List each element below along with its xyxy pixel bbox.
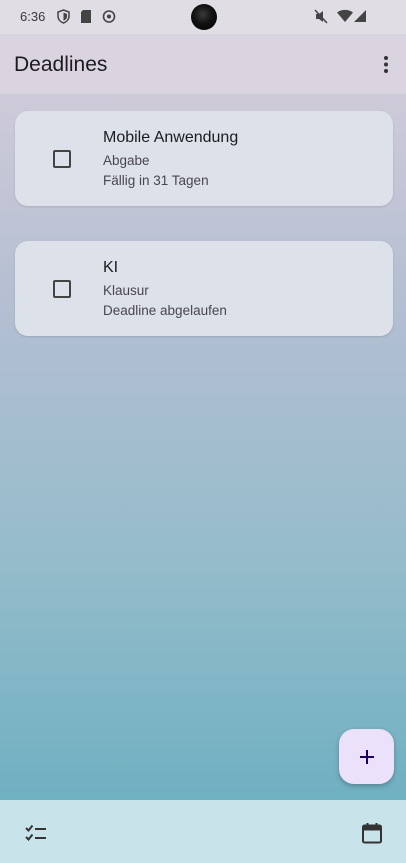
status-time: 6:36 <box>20 9 46 24</box>
deadline-title: Mobile Anwendung <box>103 129 239 146</box>
front-camera <box>191 4 217 30</box>
page-title: Deadlines <box>14 53 108 76</box>
status-bar: 6:36 <box>0 0 406 34</box>
shield-icon <box>57 9 70 29</box>
sync-icon <box>102 9 116 29</box>
deadline-checkbox[interactable] <box>53 280 71 298</box>
calendar-icon <box>362 823 382 844</box>
mute-icon <box>314 9 328 29</box>
bottom-bar <box>0 800 406 863</box>
more-vert-icon <box>384 56 388 73</box>
deadline-due: Fällig in 31 Tagen <box>103 173 209 188</box>
app-bar: Deadlines <box>0 34 406 94</box>
deadline-type: Abgabe <box>103 153 150 168</box>
checklist-button[interactable] <box>24 821 48 845</box>
signal-icon <box>353 9 367 28</box>
wifi-icon <box>337 9 353 28</box>
deadline-card[interactable]: Mobile Anwendung Abgabe Fällig in 31 Tag… <box>15 111 393 206</box>
deadline-card[interactable]: KI Klausur Deadline abgelaufen <box>15 241 393 336</box>
deadline-checkbox[interactable] <box>53 150 71 168</box>
add-deadline-button[interactable] <box>339 729 394 784</box>
deadline-due: Deadline abgelaufen <box>103 303 227 318</box>
sd-card-icon <box>80 9 92 29</box>
more-menu-button[interactable] <box>372 50 400 78</box>
deadline-type: Klausur <box>103 283 149 298</box>
checklist-icon <box>25 824 46 841</box>
deadline-title: KI <box>103 259 119 276</box>
calendar-button[interactable] <box>360 821 384 845</box>
add-icon <box>359 749 374 764</box>
